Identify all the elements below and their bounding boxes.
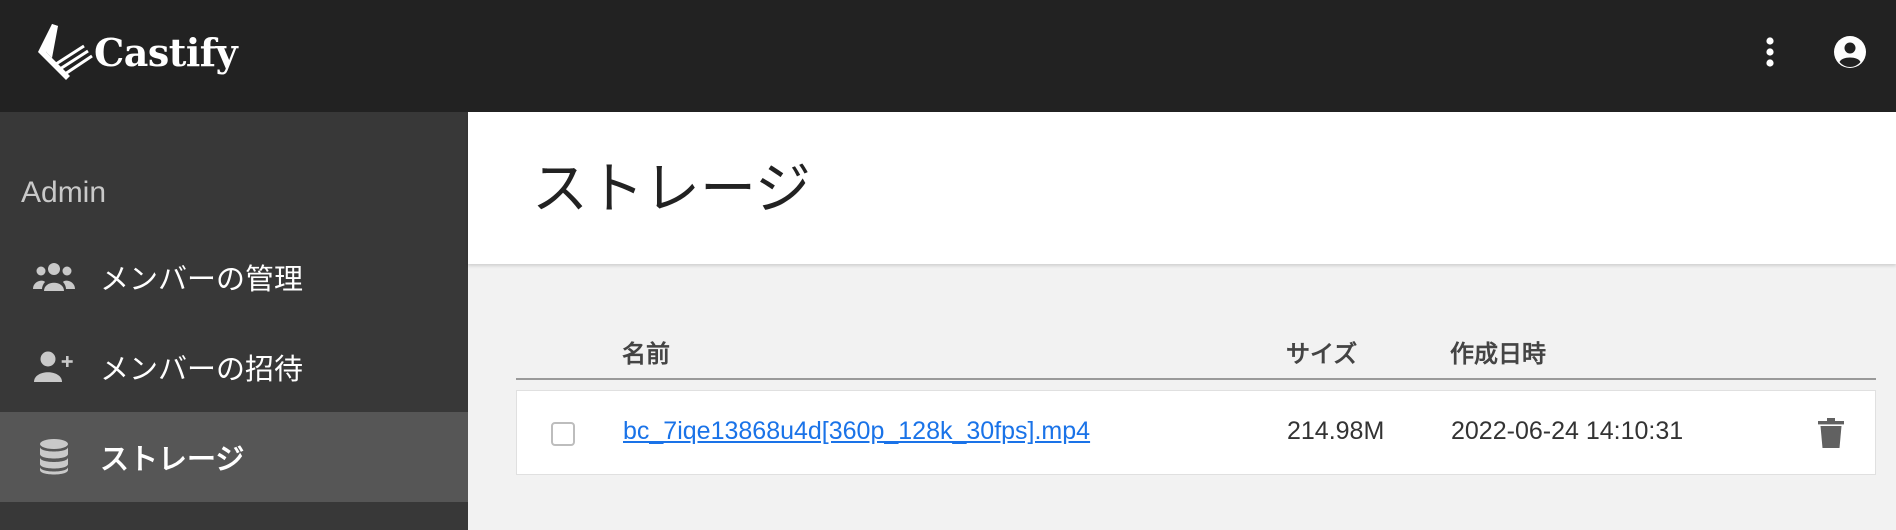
page-header: ストレージ bbox=[468, 112, 1896, 264]
delete-button[interactable] bbox=[1813, 415, 1849, 451]
trash-icon bbox=[1818, 418, 1844, 448]
page-title: ストレージ bbox=[532, 157, 811, 222]
database-icon bbox=[32, 437, 76, 477]
file-size: 214.98M bbox=[1287, 417, 1385, 445]
top-app-bar: Castify bbox=[0, 0, 1896, 112]
group-icon bbox=[32, 257, 76, 297]
person-add-icon bbox=[32, 347, 76, 387]
more-menu-button[interactable] bbox=[1750, 32, 1790, 72]
sidebar-item-label: メンバーの招待 bbox=[100, 352, 304, 386]
column-header-size[interactable]: サイズ bbox=[1286, 334, 1357, 369]
sidebar-item-members[interactable]: メンバーの管理 bbox=[0, 232, 468, 322]
row-checkbox[interactable] bbox=[551, 422, 575, 446]
account-circle-icon bbox=[1834, 36, 1866, 68]
file-created-date: 2022-06-24 14:10:31 bbox=[1451, 417, 1684, 445]
sidebar-item-invite[interactable]: メンバーの招待 bbox=[0, 322, 468, 412]
column-header-created[interactable]: 作成日時 bbox=[1450, 334, 1546, 369]
account-button[interactable] bbox=[1830, 32, 1870, 72]
table-header-row: 名前 サイズ 作成日時 bbox=[516, 330, 1876, 380]
app-name: Castify bbox=[94, 29, 238, 75]
sidebar-heading: Admin bbox=[21, 176, 107, 209]
sidebar-item-label: ストレージ bbox=[100, 442, 245, 476]
sidebar-item-label: メンバーの管理 bbox=[100, 262, 304, 296]
column-header-name[interactable]: 名前 bbox=[622, 334, 670, 369]
sidebar-item-storage[interactable]: ストレージ bbox=[0, 412, 468, 502]
file-name-link[interactable]: bc_7iqe13868u4d[360p_128k_30fps].mp4 bbox=[623, 417, 1090, 446]
app-logo[interactable]: Castify bbox=[38, 24, 238, 80]
table-row: bc_7iqe13868u4d[360p_128k_30fps].mp4 214… bbox=[516, 390, 1876, 475]
sidebar: Admin メンバーの管理 メンバーの招待 ストレージ bbox=[0, 112, 468, 530]
castify-logo-icon bbox=[38, 24, 93, 80]
more-vert-icon bbox=[1766, 37, 1774, 67]
